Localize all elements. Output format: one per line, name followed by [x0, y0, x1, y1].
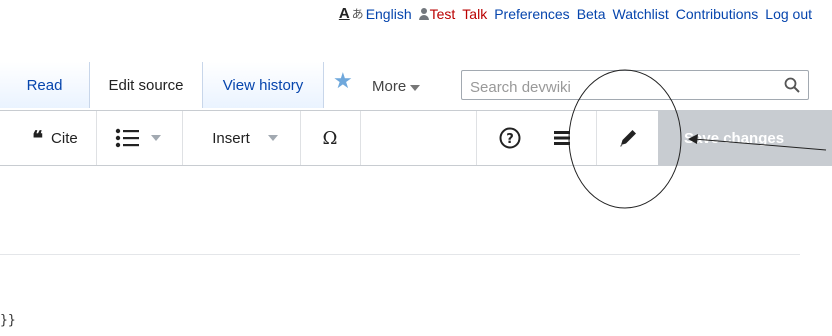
- chevron-down-icon: [151, 135, 161, 141]
- uls-icon-ja: あ: [351, 7, 364, 21]
- wikitext-fragment: }}: [0, 313, 16, 328]
- more-label: More: [372, 78, 407, 95]
- user-icon: [418, 7, 429, 20]
- language-link[interactable]: English: [366, 6, 412, 22]
- cite-label: Cite: [51, 129, 78, 147]
- personal-tools: A あ English Test Talk Preferences Beta W…: [339, 5, 812, 22]
- chevron-down-icon: [267, 135, 278, 141]
- tab-edit-source[interactable]: Edit source: [90, 62, 203, 108]
- user-link[interactable]: Test: [430, 6, 456, 22]
- talk-link[interactable]: Talk: [462, 6, 487, 22]
- search-input[interactable]: [468, 75, 772, 99]
- special-character-button[interactable]: Ω: [302, 111, 358, 165]
- search-icon[interactable]: [784, 77, 800, 93]
- preferences-link[interactable]: Preferences: [494, 6, 569, 22]
- watchlist-link[interactable]: Watchlist: [613, 6, 669, 22]
- help-icon: ?: [499, 127, 521, 149]
- editor-toolbar: ❝ Cite Insert Ω ? Save changes: [0, 110, 832, 166]
- edit-mode-button[interactable]: [602, 111, 654, 165]
- page-options-button[interactable]: [540, 111, 584, 165]
- pencil-icon: [620, 130, 636, 147]
- language-selector[interactable]: A あ English: [339, 5, 412, 22]
- tab-read[interactable]: Read: [0, 62, 90, 108]
- contributions-link[interactable]: Contributions: [676, 6, 759, 22]
- more-menu[interactable]: More: [372, 78, 421, 95]
- tab-view-history[interactable]: View history: [203, 62, 324, 108]
- bullet-list-icon: [115, 128, 139, 148]
- user-menu[interactable]: Test: [418, 6, 456, 22]
- list-button[interactable]: [100, 111, 176, 165]
- star-icon[interactable]: ★: [333, 70, 353, 92]
- beta-link[interactable]: Beta: [577, 6, 606, 22]
- quote-icon: ❝: [32, 126, 44, 150]
- insert-label: Insert: [212, 129, 250, 147]
- logout-link[interactable]: Log out: [765, 6, 812, 22]
- svg-text:?: ?: [506, 132, 514, 147]
- content-divider: [0, 254, 800, 255]
- search-box: [461, 70, 809, 100]
- uls-icon-a: A: [338, 5, 350, 22]
- chevron-down-icon: [410, 84, 421, 91]
- insert-menu[interactable]: Insert: [190, 111, 300, 165]
- cite-button[interactable]: ❝ Cite: [20, 111, 90, 165]
- help-button[interactable]: ?: [488, 111, 532, 165]
- hamburger-icon: [554, 131, 570, 145]
- annotation-overlay: [568, 69, 827, 209]
- save-changes-button[interactable]: Save changes: [658, 111, 832, 165]
